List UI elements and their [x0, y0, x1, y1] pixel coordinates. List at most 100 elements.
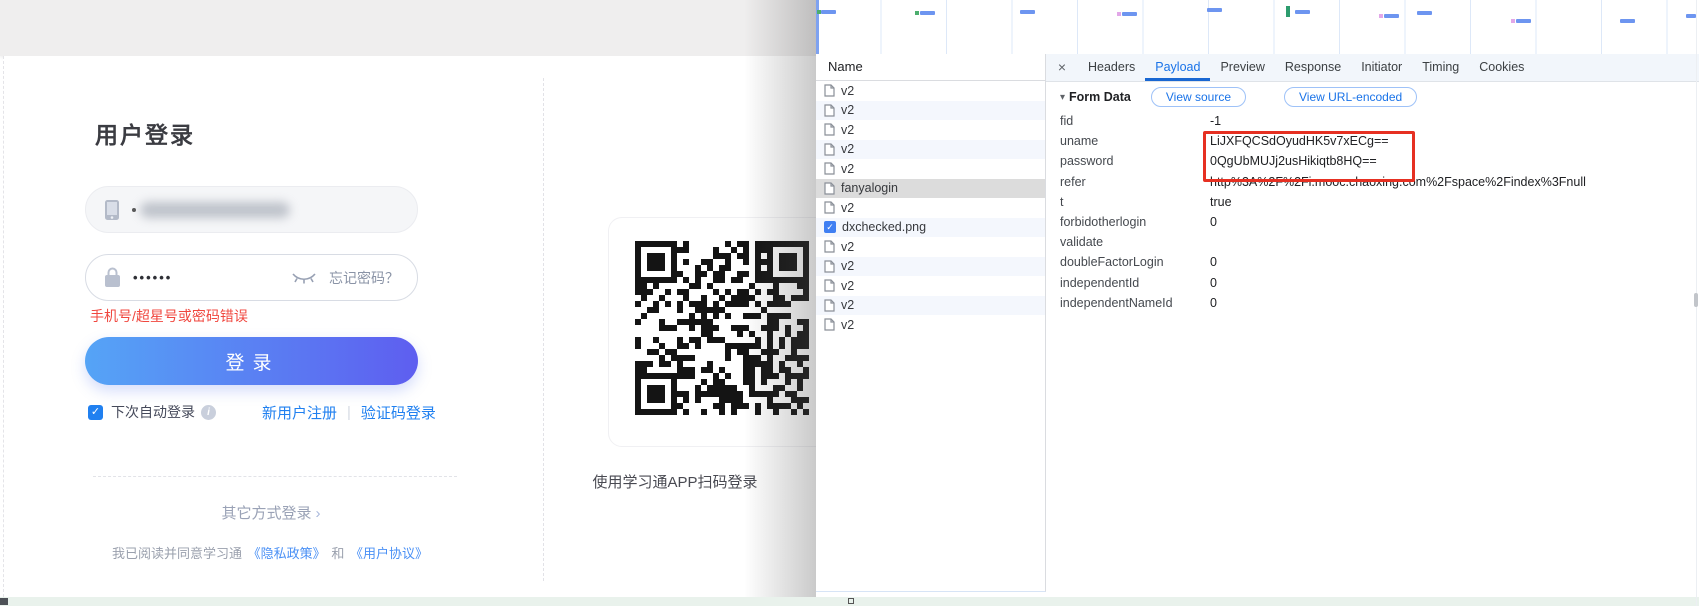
form-data-row: password 0QgUbMUJj2usHikiqtb8HQ== — [1060, 154, 1377, 169]
tab-response[interactable]: Response — [1275, 54, 1351, 81]
caret-down-icon[interactable]: ▾ — [1060, 92, 1065, 103]
scrollbar-mark — [848, 598, 854, 604]
tab-initiator[interactable]: Initiator — [1351, 54, 1412, 81]
qr-code — [635, 241, 809, 415]
chevron-right-icon: › — [315, 505, 321, 522]
image-icon: ✓ — [824, 221, 836, 234]
register-links: 新用户注册 | 验证码登录 — [262, 402, 436, 423]
phone-icon — [105, 199, 119, 220]
form-data-row: forbidotherlogin 0 — [1060, 215, 1217, 230]
password-dots: •••••• — [133, 270, 173, 285]
tab-cookies[interactable]: Cookies — [1469, 54, 1534, 81]
document-icon — [824, 279, 835, 292]
request-details-pane: × Headers Payload Preview Response Initi… — [1046, 54, 1699, 597]
document-icon — [824, 162, 835, 175]
document-icon — [824, 240, 835, 253]
view-source-button[interactable]: View source — [1150, 87, 1247, 107]
auto-login-label: 下次自动登录 — [111, 404, 195, 420]
tab-preview[interactable]: Preview — [1210, 54, 1274, 81]
waterfall-bar — [1384, 14, 1399, 18]
request-row[interactable]: v2 — [816, 315, 1045, 335]
waterfall-bar — [1686, 14, 1696, 18]
details-tabbar: × Headers Payload Preview Response Initi… — [1046, 54, 1699, 82]
request-row[interactable]: v2 — [816, 120, 1045, 140]
request-row[interactable]: v2 — [816, 256, 1045, 276]
request-row[interactable]: v2 — [816, 100, 1045, 120]
waterfall-bar — [821, 10, 836, 14]
request-row[interactable]: v2 — [816, 198, 1045, 218]
lock-icon — [105, 267, 120, 287]
request-row[interactable]: v2 — [816, 81, 1045, 101]
auto-login-checkbox[interactable]: ✓ — [88, 404, 103, 420]
link-divider: | — [347, 404, 351, 421]
document-icon — [824, 260, 835, 273]
network-overview-timeline[interactable] — [816, 0, 1699, 55]
form-data-row: uname LiJXFQCSdOyudHK5v7xECg== — [1060, 134, 1389, 149]
payload-panel: ▾ Form Data View source View URL-encoded… — [1046, 82, 1699, 313]
document-icon — [824, 182, 835, 195]
form-data-rows: fid -1 uname LiJXFQCSdOyudHK5v7xECg== pass… — [1060, 111, 1699, 313]
form-data-row: doubleFactorLogin 0 — [1060, 255, 1217, 270]
redacted-phone-number — [140, 201, 290, 218]
waterfall-bar — [1620, 19, 1635, 23]
vertical-scrollbar-thumb[interactable] — [1694, 293, 1698, 307]
overview-left-bar — [816, 0, 819, 54]
form-data-row: t true — [1060, 194, 1232, 209]
toggle-password-visibility[interactable] — [273, 271, 317, 285]
privacy-policy-link[interactable]: 《隐私政策》 — [248, 546, 326, 561]
page-title: 用户登录 — [95, 122, 195, 148]
view-url-encoded-button[interactable]: View URL-encoded — [1284, 87, 1418, 107]
request-row[interactable]: v2 — [816, 276, 1045, 296]
waterfall-cap — [1117, 12, 1121, 16]
scrollbar-thumb[interactable] — [0, 598, 8, 605]
request-row[interactable]: v2 — [816, 139, 1045, 159]
horizontal-scrollbar[interactable] — [0, 597, 1699, 606]
waterfall-bar — [1516, 19, 1531, 23]
register-link[interactable]: 新用户注册 — [262, 402, 337, 423]
eye-closed-icon — [292, 272, 316, 283]
page-top-band — [0, 0, 816, 56]
request-row[interactable]: v2 — [816, 237, 1045, 257]
request-row[interactable]: v2 — [816, 159, 1045, 179]
qr-caption: 使用学习通APP扫码登录 — [592, 474, 758, 491]
document-icon — [824, 201, 835, 214]
waterfall-bar — [920, 11, 935, 15]
tab-headers[interactable]: Headers — [1078, 54, 1145, 81]
tab-timing[interactable]: Timing — [1412, 54, 1469, 81]
waterfall-cap — [915, 11, 919, 15]
waterfall-bar — [1122, 12, 1137, 16]
document-icon — [824, 318, 835, 331]
user-agreement-link[interactable]: 《用户协议》 — [350, 546, 428, 561]
waterfall-bar — [1207, 8, 1222, 12]
waterfall-bar — [1417, 11, 1432, 15]
login-button[interactable]: 登录 — [85, 337, 418, 385]
waterfall-cap — [1511, 19, 1515, 23]
vertical-dashed-divider — [543, 78, 544, 581]
form-data-row: independentId 0 — [1060, 275, 1217, 290]
name-column-header[interactable]: Name — [816, 54, 1045, 81]
request-row[interactable]: v2 — [816, 295, 1045, 315]
other-login-link[interactable]: 其它方式登录 › — [85, 502, 457, 523]
form-data-row: fid -1 — [1060, 114, 1222, 129]
network-request-list: Name v2 v2 v2 v2 v2 fanyalogin v2 ✓ dxche… — [816, 54, 1046, 592]
forgot-password-link[interactable]: 忘记密码？ — [329, 268, 399, 288]
waterfall-cap — [1379, 14, 1383, 18]
waterfall-tick — [1286, 6, 1290, 17]
request-row[interactable]: ✓ dxchecked.png — [816, 217, 1045, 237]
request-row-selected[interactable]: fanyalogin — [816, 178, 1045, 198]
dashed-divider — [93, 476, 457, 477]
devtools-panel: Name v2 v2 v2 v2 v2 fanyalogin v2 ✓ dxche… — [816, 0, 1699, 606]
login-page: 用户登录 •••••• 忘记密码？ 手机号/超星号或密码错误 登录 ✓ 下次自动… — [0, 0, 848, 606]
phone-input[interactable] — [85, 186, 418, 233]
close-icon[interactable]: × — [1046, 54, 1078, 81]
waterfall-bar — [1020, 10, 1035, 14]
tab-payload[interactable]: Payload — [1145, 54, 1210, 81]
document-icon — [824, 123, 835, 136]
form-data-section-title[interactable]: Form Data — [1069, 90, 1131, 104]
waterfall-bar — [1295, 10, 1310, 14]
password-input[interactable]: •••••• 忘记密码？ — [85, 254, 418, 301]
form-data-row: independentNameId 0 — [1060, 295, 1217, 310]
sms-login-link[interactable]: 验证码登录 — [361, 402, 436, 423]
agreement-text: 我已阅读并同意学习通 《隐私政策》 和 《用户协议》 — [112, 546, 428, 561]
info-icon[interactable]: i — [201, 404, 216, 420]
